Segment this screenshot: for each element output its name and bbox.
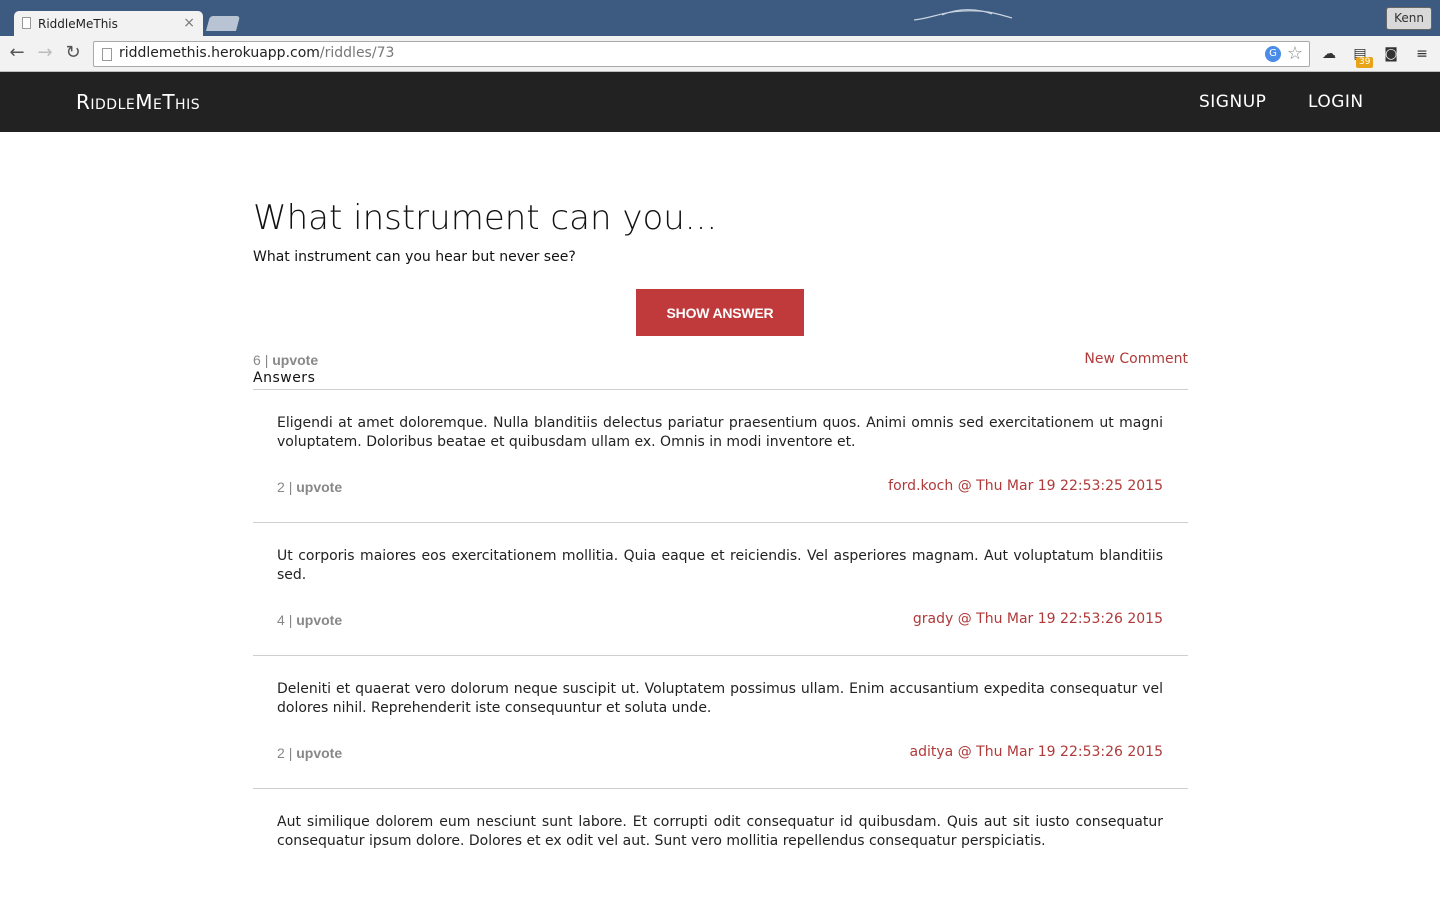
back-icon[interactable]: ← (6, 42, 28, 64)
answer-text: Deleniti et quaerat vero dolorum neque s… (277, 681, 1163, 716)
separator: | (288, 745, 293, 761)
answer-text: Eligendi at amet doloremque. Nulla bland… (277, 415, 1163, 450)
new-tab-button[interactable] (205, 16, 241, 31)
reload-icon[interactable]: ↻ (62, 42, 84, 64)
answer-text: Ut corporis maiores eos exercitationem m… (277, 548, 1163, 583)
glasses-icon[interactable]: ◙ (1381, 44, 1401, 64)
browser-tab[interactable]: RiddleMeThis × (14, 11, 203, 38)
answer-item: Aut similique dolorem eum nesciunt sunt … (277, 813, 1163, 893)
answer-votes: 2 | upvote (277, 745, 342, 761)
riddle-question: What instrument can you hear but never s… (253, 249, 576, 265)
car-icon (913, 9, 1013, 21)
divider (253, 788, 1188, 789)
page-title: What instrument can you... (253, 198, 718, 238)
page-icon (102, 48, 112, 61)
upvote-link[interactable]: upvote (296, 745, 342, 761)
answer-item: Ut corporis maiores eos exercitationem m… (277, 547, 1163, 657)
answers-heading: Answers (253, 370, 316, 386)
brand-logo[interactable]: RiddleMeThis (76, 90, 200, 114)
show-answer-button[interactable]: SHOW ANSWER (636, 289, 804, 336)
menu-icon[interactable]: ≡ (1412, 44, 1432, 64)
answer-text: Aut similique dolorem eum nesciunt sunt … (277, 814, 1163, 849)
divider (253, 655, 1188, 656)
search-engine-icon[interactable]: G (1265, 46, 1281, 62)
divider (253, 389, 1188, 390)
vote-count: 2 (277, 479, 285, 495)
upvote-link[interactable]: upvote (296, 612, 342, 628)
new-comment-link[interactable]: New Comment (1084, 351, 1188, 367)
upvote-link[interactable]: upvote (296, 479, 342, 495)
vote-count: 6 (253, 352, 261, 368)
separator: | (264, 352, 269, 368)
browser-titlebar: RiddleMeThis × Kenn (0, 0, 1440, 38)
profile-button[interactable]: Kenn (1386, 7, 1432, 30)
star-icon[interactable]: ☆ (1287, 43, 1303, 65)
tab-title: RiddleMeThis (38, 17, 118, 31)
answer-author-meta[interactable]: aditya @ Thu Mar 19 22:53:26 2015 (910, 744, 1163, 760)
browser-toolbar: ← → ↻ riddlemethis.herokuapp.com/riddles… (0, 36, 1440, 72)
site-header: RiddleMeThis SIGNUP LOGIN (0, 72, 1440, 132)
answer-item: Eligendi at amet doloremque. Nulla bland… (277, 414, 1163, 524)
answer-author-meta[interactable]: ford.koch @ Thu Mar 19 22:53:25 2015 (888, 478, 1163, 494)
login-link[interactable]: LOGIN (1308, 92, 1364, 112)
upvote-link[interactable]: upvote (272, 352, 318, 368)
answer-votes: 2 | upvote (277, 479, 342, 495)
url-text: riddlemethis.herokuapp.com/riddles/73 (119, 45, 395, 61)
divider (253, 522, 1188, 523)
answer-author-meta[interactable]: grady @ Thu Mar 19 22:53:26 2015 (913, 611, 1163, 627)
vote-count: 4 (277, 612, 285, 628)
close-icon[interactable]: × (183, 15, 195, 31)
answer-item: Deleniti et quaerat vero dolorum neque s… (277, 680, 1163, 790)
address-bar[interactable]: riddlemethis.herokuapp.com/riddles/73 G … (93, 41, 1310, 67)
cloud-icon[interactable]: ☁ (1319, 44, 1339, 64)
signup-link[interactable]: SIGNUP (1199, 92, 1266, 112)
vote-count: 2 (277, 745, 285, 761)
separator: | (288, 612, 293, 628)
forward-icon[interactable]: → (34, 42, 56, 64)
riddle-votes: 6 | upvote (253, 352, 318, 368)
separator: | (288, 479, 293, 495)
page-icon (22, 17, 31, 29)
extension-badge: 39 (1356, 57, 1374, 68)
answer-votes: 4 | upvote (277, 612, 342, 628)
